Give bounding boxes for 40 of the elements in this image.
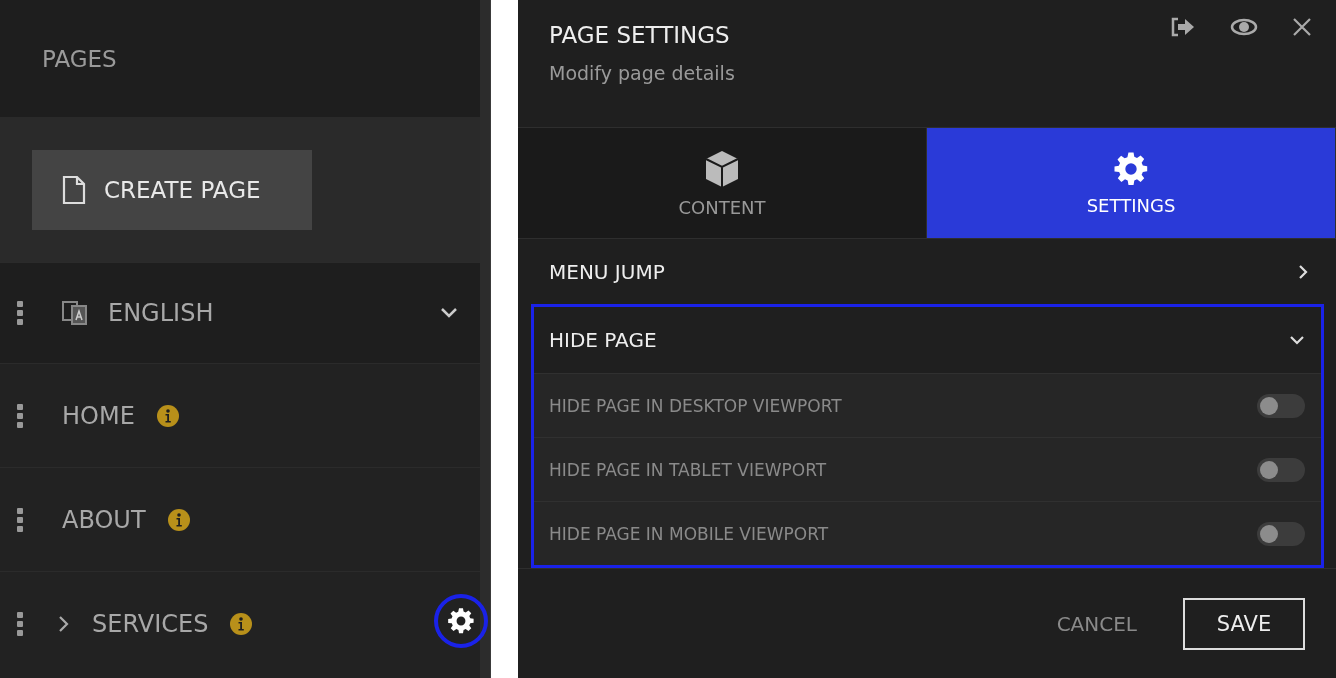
- page-label[interactable]: HOME: [62, 401, 135, 430]
- tab[interactable]: SETTINGS: [927, 128, 1336, 238]
- toggle-switch[interactable]: [1257, 457, 1305, 482]
- toggle-switch[interactable]: [1257, 521, 1305, 546]
- close-icon[interactable]: [1292, 17, 1312, 37]
- drag-handle-icon[interactable]: [16, 301, 24, 325]
- create-page-button[interactable]: CREATE PAGE: [32, 149, 312, 230]
- panel-subtitle: Modify page details: [549, 62, 736, 84]
- eye-icon[interactable]: [1230, 17, 1258, 37]
- exit-icon[interactable]: [1170, 16, 1196, 38]
- drag-handle-icon[interactable]: [16, 611, 24, 636]
- scrollbar[interactable]: [480, 0, 491, 678]
- cube-icon: [703, 148, 741, 189]
- option-label: HIDE PAGE IN MOBILE VIEWPORT: [549, 523, 829, 544]
- page-label[interactable]: ENGLISH: [108, 299, 214, 327]
- gear-icon[interactable]: [1113, 150, 1149, 187]
- chevron-right-icon[interactable]: [58, 614, 70, 633]
- settings-icon[interactable]: [447, 607, 475, 635]
- page-label[interactable]: SERVICES: [92, 609, 209, 638]
- tab[interactable]: CONTENT: [518, 128, 927, 238]
- translate-icon: [62, 300, 88, 326]
- document-icon: [62, 174, 86, 205]
- option-label: HIDE PAGE IN DESKTOP VIEWPORT: [549, 395, 842, 416]
- save-button[interactable]: SAVE: [1183, 597, 1305, 650]
- section-header[interactable]: MENU JUMP: [518, 238, 1336, 304]
- drag-handle-icon[interactable]: [16, 403, 24, 428]
- page-label[interactable]: ABOUT: [62, 505, 146, 534]
- option-label: HIDE PAGE IN TABLET VIEWPORT: [549, 459, 827, 480]
- info-icon[interactable]: [156, 404, 179, 427]
- drag-handle-icon[interactable]: [16, 507, 24, 532]
- info-icon[interactable]: [167, 508, 190, 531]
- info-icon[interactable]: [230, 612, 253, 635]
- toggle-switch[interactable]: [1257, 393, 1305, 418]
- chevron-right-icon: [1298, 263, 1308, 280]
- section-header[interactable]: HIDE PAGE: [534, 307, 1321, 373]
- chevron-down-icon: [1289, 335, 1305, 345]
- chevron-down-icon[interactable]: [440, 307, 458, 319]
- cancel-button[interactable]: CANCEL: [1050, 610, 1143, 637]
- sidebar-title: PAGES: [42, 45, 117, 72]
- panel-title: PAGE SETTINGS: [549, 22, 730, 48]
